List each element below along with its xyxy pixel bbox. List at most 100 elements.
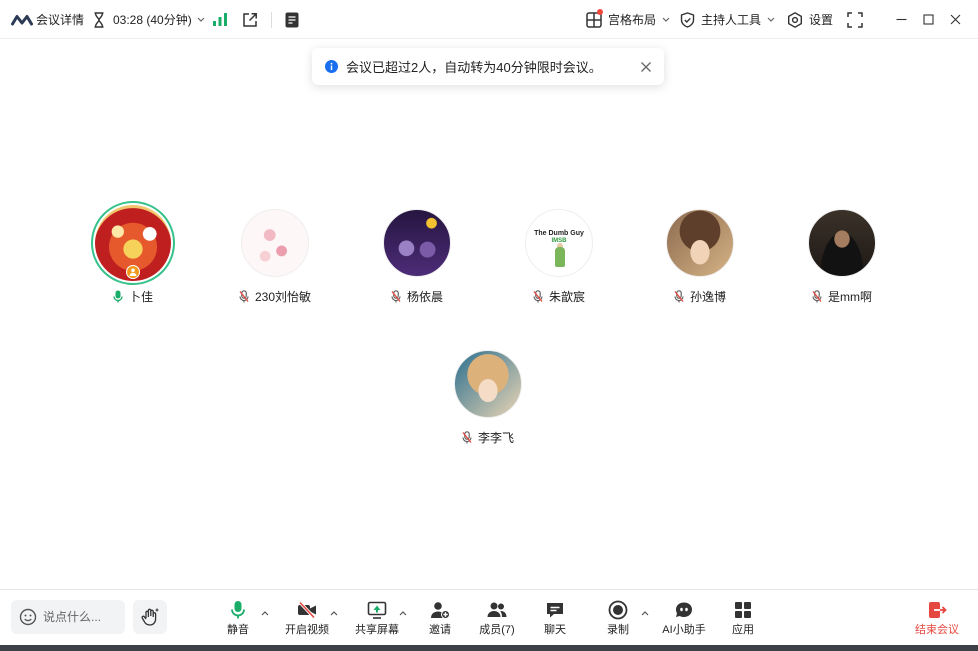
toast-close-icon[interactable] xyxy=(640,61,652,73)
mute-label: 静音 xyxy=(227,624,249,636)
mute-button[interactable]: 静音 xyxy=(208,600,268,640)
participant-tile[interactable]: 孙逸博 xyxy=(640,201,760,304)
host-tools-button[interactable]: 主持人工具 xyxy=(680,0,775,39)
participant-tile[interactable]: 杨依晨 xyxy=(357,201,477,304)
top-bar: 会议详情 03:28 (40分钟) 宫格布局 主持人工具 设置 xyxy=(0,0,978,39)
layout-label: 宫格布局 xyxy=(608,13,657,27)
settings-button[interactable]: 设置 xyxy=(787,0,833,39)
toast-message: 会议已超过2人，自动转为40分钟限时会议。 xyxy=(346,60,602,75)
participant-name-label: 杨依晨 xyxy=(406,289,443,304)
fullscreen-icon xyxy=(847,11,863,28)
exit-door-icon xyxy=(929,602,947,618)
mic-muted-icon xyxy=(812,289,822,302)
mic-muted-icon xyxy=(239,289,249,302)
participant-name-label: 卜佳 xyxy=(128,289,153,304)
network-signal-button[interactable] xyxy=(213,0,227,39)
members-icon xyxy=(487,602,507,617)
participant-tile[interactable]: The Dumb Guy IMSB 朱歆宸 xyxy=(499,201,619,304)
maximize-icon xyxy=(923,14,934,25)
participant-tile[interactable]: 是mm啊 xyxy=(782,201,902,304)
grid-layout-icon-wrap xyxy=(586,8,603,28)
record-icon xyxy=(608,600,628,620)
notes-icon xyxy=(285,12,299,27)
end-meeting-label: 结束会议 xyxy=(915,624,959,636)
time-limit-toast: 会议已超过2人，自动转为40分钟限时会议。 xyxy=(312,48,664,85)
avatar xyxy=(383,209,451,277)
meeting-logo-icon xyxy=(11,14,33,25)
mic-muted-icon xyxy=(674,289,684,302)
mic-muted-icon xyxy=(391,289,401,302)
screen-bottom-edge xyxy=(0,645,978,651)
close-window-button[interactable] xyxy=(950,0,961,39)
minimize-button[interactable] xyxy=(896,0,907,39)
participant-name-label: 孙逸博 xyxy=(689,289,726,304)
avatar-container xyxy=(91,201,175,285)
avatar-container xyxy=(658,201,742,285)
participant-name: 230刘怡敏 xyxy=(239,288,311,304)
share-link-button[interactable] xyxy=(242,0,258,39)
participant-name-label: 230刘怡敏 xyxy=(254,289,312,304)
apps-button[interactable]: 应用 xyxy=(713,600,773,640)
ai-assistant-icon xyxy=(676,602,692,617)
emoji-icon[interactable] xyxy=(19,608,37,626)
avatar-text-title: The Dumb Guy xyxy=(534,230,584,237)
hourglass-icon xyxy=(94,11,104,28)
meeting-timer[interactable]: 03:28 (40分钟) xyxy=(93,0,205,39)
grid-layout-button[interactable]: 宫格布局 xyxy=(586,0,670,39)
video-label: 开启视频 xyxy=(285,624,329,636)
meeting-notes-button[interactable] xyxy=(285,0,299,39)
participant-name-label: 是mm啊 xyxy=(828,289,872,304)
chat-input[interactable] xyxy=(43,610,121,624)
video-options-caret-icon[interactable] xyxy=(330,611,338,616)
topbar-divider xyxy=(271,12,272,28)
record-button[interactable]: 录制 xyxy=(588,600,648,640)
shield-icon xyxy=(680,11,695,28)
raise-hand-button[interactable] xyxy=(133,600,167,634)
host-tools-label: 主持人工具 xyxy=(701,13,762,27)
meeting-details-button[interactable]: 会议详情 xyxy=(11,0,84,39)
gear-icon xyxy=(788,11,802,28)
participant-name: 是mm啊 xyxy=(812,288,872,304)
mic-muted-icon xyxy=(462,430,472,443)
notification-dot xyxy=(597,8,603,15)
participant-tile[interactable]: 卜佳 xyxy=(73,201,193,304)
start-video-button[interactable]: 开启视频 xyxy=(277,600,337,640)
avatar xyxy=(454,350,522,418)
participant-tile[interactable]: 230刘怡敏 xyxy=(215,201,335,304)
participant-name-label: 朱歆宸 xyxy=(548,289,585,304)
share-screen-button[interactable]: 共享屏幕 xyxy=(347,600,407,640)
participant-tile[interactable]: 李李飞 xyxy=(428,342,548,445)
chevron-down-icon xyxy=(767,17,775,22)
host-person-icon xyxy=(129,268,137,276)
avatar-container: The Dumb Guy IMSB xyxy=(517,201,601,285)
participant-name: 卜佳 xyxy=(113,288,153,304)
mic-muted-icon xyxy=(533,289,543,302)
share-options-caret-icon[interactable] xyxy=(399,611,407,616)
end-meeting-button[interactable]: 结束会议 xyxy=(907,600,967,640)
invite-user-icon xyxy=(431,602,450,619)
host-badge xyxy=(126,265,140,279)
record-options-caret-icon[interactable] xyxy=(641,611,649,616)
mic-on-icon xyxy=(231,601,245,619)
members-button[interactable]: 成员(7) xyxy=(467,600,527,640)
timer-label: 03:28 (40分钟) xyxy=(113,13,192,27)
mic-on-icon xyxy=(113,290,123,302)
chevron-down-icon xyxy=(197,17,205,22)
participant-name: 孙逸博 xyxy=(674,288,726,304)
audio-options-caret-icon[interactable] xyxy=(261,611,269,616)
avatar xyxy=(808,209,876,277)
avatar xyxy=(666,209,734,277)
chat-input-box[interactable] xyxy=(11,600,125,634)
share-screen-icon xyxy=(367,601,387,619)
chat-bubble-icon xyxy=(547,603,563,618)
participant-name-label: 李李飞 xyxy=(477,430,514,445)
maximize-button[interactable] xyxy=(923,0,934,39)
invite-button[interactable]: 邀请 xyxy=(410,600,470,640)
ai-assistant-button[interactable]: AI小助手 xyxy=(654,600,714,640)
video-off-icon xyxy=(298,601,316,619)
avatar: The Dumb Guy IMSB xyxy=(525,209,593,277)
participant-name: 杨依晨 xyxy=(391,288,443,304)
chat-button[interactable]: 聊天 xyxy=(525,600,585,640)
share-label: 共享屏幕 xyxy=(355,624,399,636)
fullscreen-button[interactable] xyxy=(847,0,863,39)
